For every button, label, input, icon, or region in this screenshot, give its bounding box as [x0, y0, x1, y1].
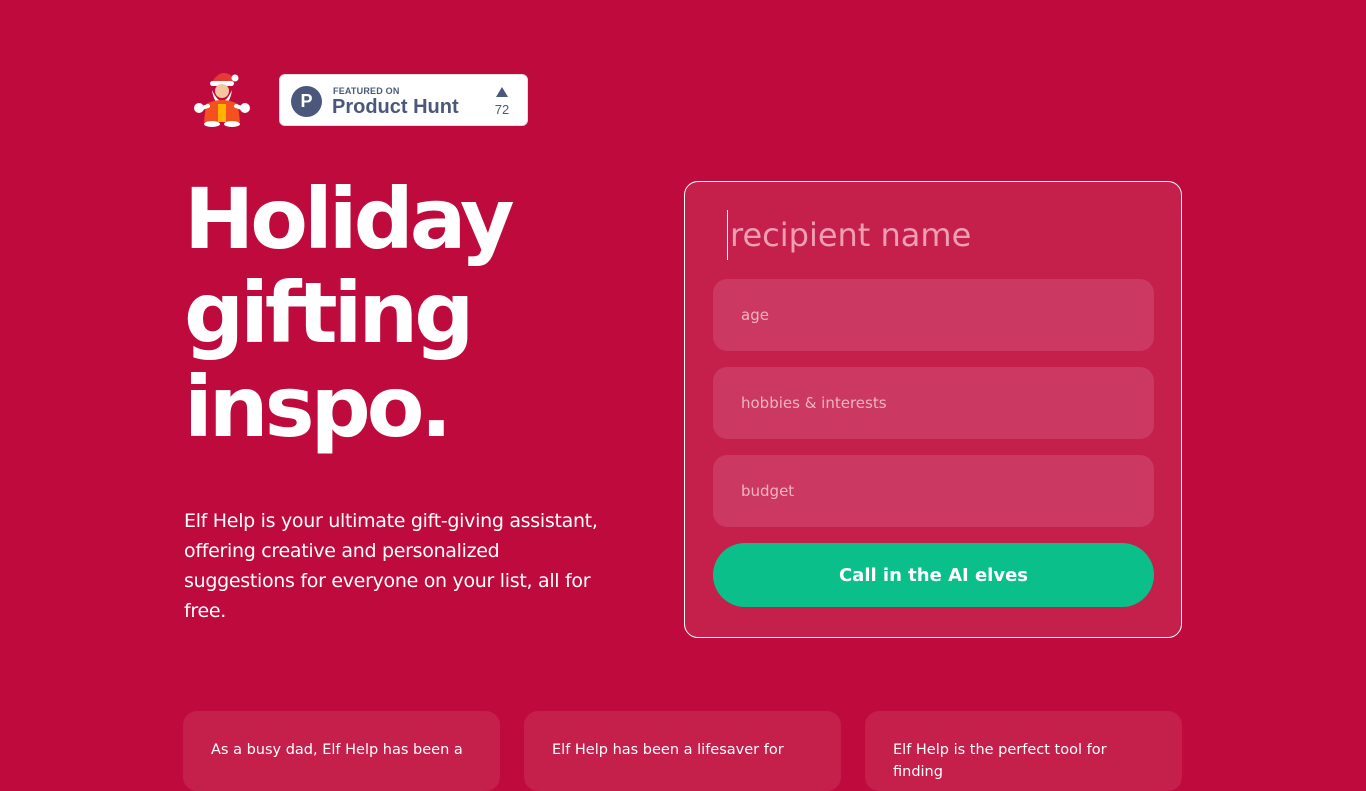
budget-input[interactable] — [713, 455, 1154, 527]
santa-logo[interactable] — [190, 68, 254, 128]
hero-description: Elf Help is your ultimate gift-giving as… — [184, 510, 598, 622]
product-hunt-icon: P — [291, 86, 322, 117]
testimonial-card: Elf Help is the perfect tool for finding — [865, 711, 1182, 791]
call-ai-elves-button[interactable]: Call in the AI elves — [713, 543, 1154, 607]
hobbies-input[interactable] — [713, 367, 1154, 439]
product-hunt-name: Product Hunt — [332, 96, 459, 118]
testimonial-text: As a busy dad, Elf Help has been a — [211, 742, 463, 758]
featured-on-label: FEATURED ON — [333, 86, 400, 96]
testimonial-card: As a busy dad, Elf Help has been a — [183, 711, 500, 791]
recipient-name-input[interactable] — [727, 210, 1150, 260]
age-input[interactable] — [713, 279, 1154, 351]
product-hunt-badge[interactable]: P FEATURED ON Product Hunt 72 — [279, 74, 528, 126]
upvote-count: 72 — [494, 102, 510, 117]
testimonial-text: Elf Help has been a lifesaver for — [552, 742, 784, 758]
testimonial-card: Elf Help has been a lifesaver for — [524, 711, 841, 791]
gift-form: Call in the AI elves — [684, 181, 1182, 638]
testimonial-text: Elf Help is the perfect tool for finding — [893, 742, 1107, 780]
page-title: Holiday gifting inspo. — [184, 170, 515, 456]
upvote-arrow-icon — [496, 87, 508, 97]
